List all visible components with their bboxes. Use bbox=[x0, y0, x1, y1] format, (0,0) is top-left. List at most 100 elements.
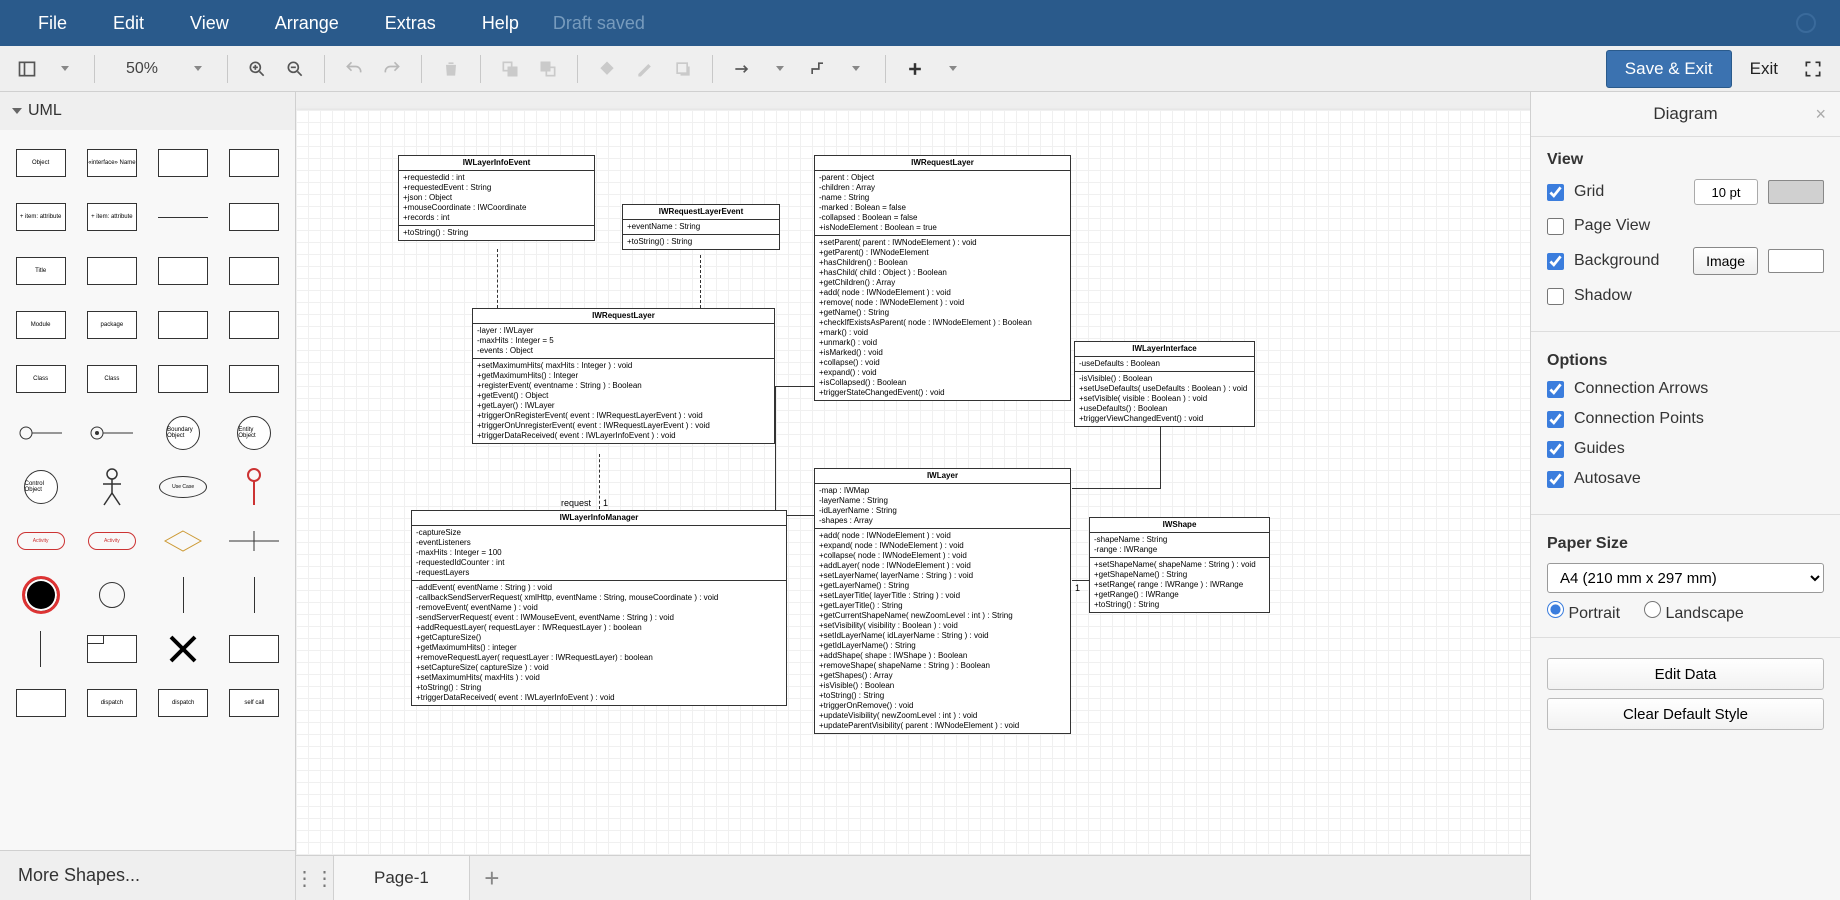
shape-stencil[interactable]: package bbox=[79, 302, 144, 348]
shape-stencil[interactable] bbox=[8, 680, 73, 726]
grid-color-swatch[interactable] bbox=[1768, 180, 1824, 204]
pages-menu-icon[interactable]: ⋮⋮ bbox=[296, 856, 334, 900]
shape-stencil[interactable] bbox=[151, 572, 216, 618]
fullscreen-icon[interactable] bbox=[1796, 52, 1830, 86]
shape-stencil[interactable] bbox=[79, 248, 144, 294]
shape-stencil[interactable] bbox=[79, 572, 144, 618]
zoom-in-icon[interactable] bbox=[240, 52, 274, 86]
gear-icon[interactable] bbox=[1796, 13, 1816, 33]
shape-stencil[interactable] bbox=[222, 302, 287, 348]
shape-stencil[interactable] bbox=[222, 464, 287, 510]
shape-stencil[interactable]: Boundary Object bbox=[151, 410, 216, 456]
shape-stencil[interactable] bbox=[79, 410, 144, 456]
shape-stencil[interactable] bbox=[151, 194, 216, 240]
waypoint-icon[interactable] bbox=[801, 52, 835, 86]
menu-edit[interactable]: Edit bbox=[95, 5, 162, 42]
shape-stencil[interactable]: Entity Object bbox=[222, 410, 287, 456]
shape-stencil[interactable]: Use Case bbox=[151, 464, 216, 510]
paper-size-select[interactable]: A4 (210 mm x 297 mm) bbox=[1547, 563, 1824, 593]
autosave-checkbox[interactable] bbox=[1547, 471, 1564, 488]
conn-arrows-checkbox[interactable] bbox=[1547, 381, 1564, 398]
uml-class-IWLayer[interactable]: IWLayer-map : IWMap -layerName : String … bbox=[814, 468, 1071, 734]
grid-size-input[interactable] bbox=[1694, 179, 1758, 205]
shape-stencil[interactable] bbox=[222, 626, 287, 672]
portrait-radio[interactable]: Portrait bbox=[1547, 601, 1620, 623]
menu-file[interactable]: File bbox=[20, 5, 85, 42]
shape-stencil[interactable] bbox=[8, 572, 73, 618]
connection-dropdown[interactable] bbox=[763, 52, 797, 86]
shape-stencil[interactable] bbox=[151, 140, 216, 186]
add-page-button[interactable]: + bbox=[470, 856, 514, 900]
background-image-button[interactable]: Image bbox=[1693, 247, 1758, 275]
shape-stencil[interactable]: «interface» Name bbox=[79, 140, 144, 186]
shape-stencil[interactable] bbox=[151, 248, 216, 294]
save-exit-button[interactable]: Save & Exit bbox=[1606, 50, 1732, 88]
line-color-icon[interactable] bbox=[628, 52, 662, 86]
zoom-out-icon[interactable] bbox=[278, 52, 312, 86]
shape-stencil[interactable] bbox=[151, 302, 216, 348]
shape-stencil[interactable]: Activity bbox=[8, 518, 73, 564]
redo-icon[interactable] bbox=[375, 52, 409, 86]
shape-stencil[interactable] bbox=[151, 356, 216, 402]
waypoint-dropdown[interactable] bbox=[839, 52, 873, 86]
clear-style-button[interactable]: Clear Default Style bbox=[1547, 698, 1824, 730]
uml-class-IWRequestLayer_big[interactable]: IWRequestLayer-parent : Object -children… bbox=[814, 155, 1071, 401]
menu-view[interactable]: View bbox=[172, 5, 247, 42]
undo-icon[interactable] bbox=[337, 52, 371, 86]
shape-stencil[interactable] bbox=[222, 248, 287, 294]
menu-arrange[interactable]: Arrange bbox=[257, 5, 357, 42]
shape-stencil[interactable]: + item: attribute bbox=[8, 194, 73, 240]
canvas-scroll[interactable]: request 1 1 IWLayerInfoEvent+requestedid… bbox=[296, 92, 1530, 855]
connection-icon[interactable] bbox=[725, 52, 759, 86]
delete-icon[interactable] bbox=[434, 52, 468, 86]
sidebar-toggle-icon[interactable] bbox=[10, 52, 44, 86]
more-shapes-button[interactable]: More Shapes... bbox=[0, 850, 295, 900]
sidebar-toggle-dropdown[interactable] bbox=[48, 52, 82, 86]
conn-points-checkbox[interactable] bbox=[1547, 411, 1564, 428]
shape-stencil[interactable] bbox=[222, 356, 287, 402]
shadow-icon[interactable] bbox=[666, 52, 700, 86]
close-icon[interactable]: × bbox=[1815, 104, 1826, 125]
uml-class-IWLayerInterface[interactable]: IWLayerInterface-useDefaults : Boolean-i… bbox=[1074, 341, 1255, 427]
shape-stencil[interactable] bbox=[222, 194, 287, 240]
uml-class-IWRequestLayer_small[interactable]: IWRequestLayer-layer : IWLayer -maxHits … bbox=[472, 308, 775, 444]
insert-icon[interactable] bbox=[898, 52, 932, 86]
insert-dropdown[interactable] bbox=[936, 52, 970, 86]
shape-stencil[interactable]: Class bbox=[8, 356, 73, 402]
background-color-swatch[interactable] bbox=[1768, 249, 1824, 273]
shape-stencil[interactable]: Object bbox=[8, 140, 73, 186]
shape-stencil[interactable] bbox=[79, 626, 144, 672]
to-back-icon[interactable] bbox=[531, 52, 565, 86]
shape-stencil[interactable]: Module bbox=[8, 302, 73, 348]
page-tab-1[interactable]: Page-1 bbox=[334, 856, 470, 900]
fill-color-icon[interactable] bbox=[590, 52, 624, 86]
uml-class-IWRequestLayerEvent[interactable]: IWRequestLayerEvent+eventName : String+t… bbox=[622, 204, 780, 250]
exit-button[interactable]: Exit bbox=[1740, 51, 1788, 87]
menu-extras[interactable]: Extras bbox=[367, 5, 454, 42]
pageview-checkbox[interactable] bbox=[1547, 218, 1564, 235]
shape-stencil[interactable]: dispatch bbox=[151, 680, 216, 726]
shape-stencil[interactable] bbox=[8, 626, 73, 672]
uml-class-IWLayerInfoManager[interactable]: IWLayerInfoManager-captureSize -eventLis… bbox=[411, 510, 787, 706]
shape-stencil[interactable] bbox=[222, 572, 287, 618]
shape-stencil[interactable] bbox=[151, 518, 216, 564]
shape-stencil[interactable]: dispatch bbox=[79, 680, 144, 726]
shape-stencil[interactable]: Title bbox=[8, 248, 73, 294]
guides-checkbox[interactable] bbox=[1547, 441, 1564, 458]
shape-stencil[interactable] bbox=[222, 518, 287, 564]
zoom-level[interactable]: 50% bbox=[107, 60, 177, 78]
shapes-category-header[interactable]: UML bbox=[0, 92, 295, 130]
shape-stencil[interactable]: Control Object bbox=[8, 464, 73, 510]
shape-stencil[interactable]: + item: attribute bbox=[79, 194, 144, 240]
menu-help[interactable]: Help bbox=[464, 5, 537, 42]
landscape-radio[interactable]: Landscape bbox=[1644, 601, 1744, 623]
shape-stencil[interactable]: Class bbox=[79, 356, 144, 402]
zoom-dropdown[interactable] bbox=[181, 52, 215, 86]
shape-stencil[interactable] bbox=[222, 140, 287, 186]
shadow-checkbox[interactable] bbox=[1547, 288, 1564, 305]
shape-stencil[interactable] bbox=[151, 626, 216, 672]
background-checkbox[interactable] bbox=[1547, 253, 1564, 270]
shape-stencil[interactable] bbox=[79, 464, 144, 510]
uml-class-IWShape[interactable]: IWShape-shapeName : String -range : IWRa… bbox=[1089, 517, 1270, 613]
shape-stencil[interactable]: self call bbox=[222, 680, 287, 726]
